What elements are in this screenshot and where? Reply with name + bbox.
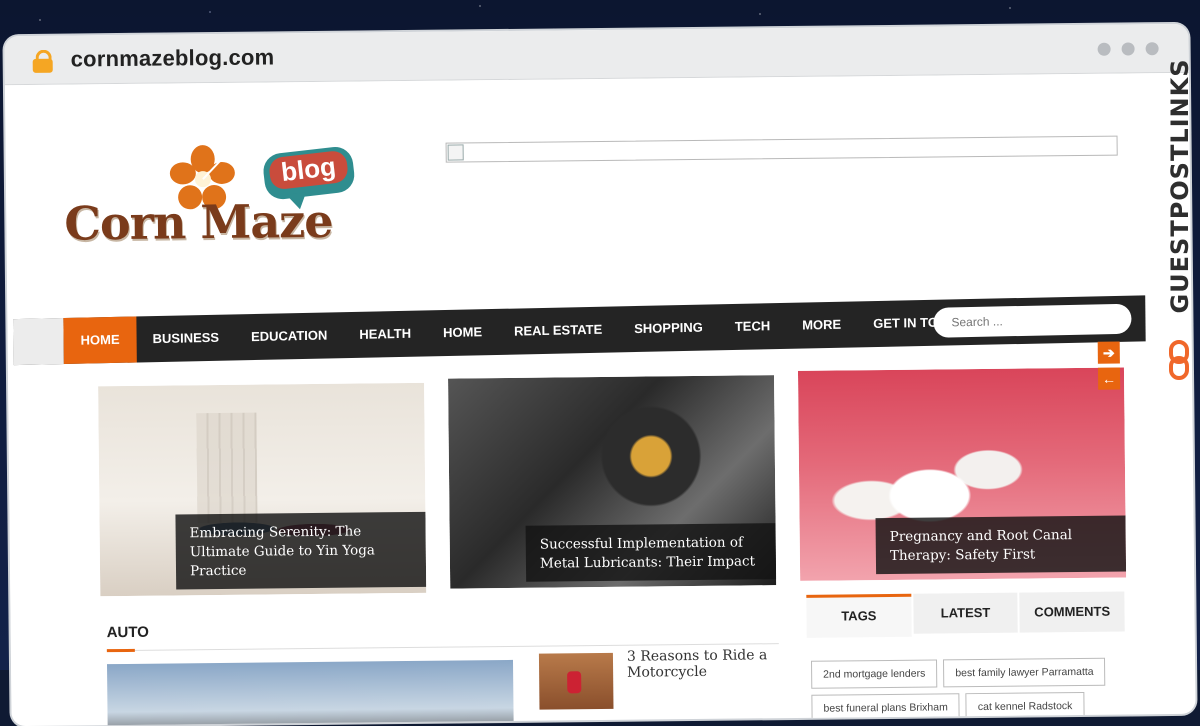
window-dot-icon[interactable] bbox=[1121, 42, 1135, 56]
browser-window: cornmazeblog.com blog Corn Maze HOME BUS… bbox=[4, 23, 1196, 726]
blog-bubble: blog bbox=[261, 145, 357, 202]
sidebar-tabs: TAGS LATEST COMMENTS bbox=[806, 591, 1125, 638]
tag-link[interactable]: best family lawyer Parramatta bbox=[943, 657, 1106, 688]
slider-controls: ➔ ← bbox=[1097, 341, 1121, 394]
webpage: blog Corn Maze HOME BUSINESS EDUCATION H… bbox=[4, 72, 1196, 726]
arrow-left-icon[interactable]: ← bbox=[1097, 367, 1121, 390]
broken-image-icon bbox=[447, 144, 464, 161]
tag-link[interactable]: cat kennel Radstock bbox=[965, 691, 1085, 722]
nav-item-real-estate[interactable]: REAL ESTATE bbox=[498, 306, 619, 355]
post-thumbnail[interactable] bbox=[538, 652, 614, 710]
tab-tags[interactable]: TAGS bbox=[806, 593, 912, 638]
logo-wordmark: Corn Maze bbox=[64, 193, 333, 251]
slide-caption[interactable]: Successful Implementation of Metal Lubri… bbox=[525, 523, 777, 582]
address-bar-url[interactable]: cornmazeblog.com bbox=[71, 44, 275, 72]
nav-item-home[interactable]: HOME bbox=[63, 316, 137, 365]
blog-bubble-text: blog bbox=[267, 149, 350, 191]
tag-link[interactable]: best funeral plans Brixham bbox=[811, 693, 960, 723]
nav-item-tech[interactable]: TECH bbox=[719, 303, 787, 350]
nav-item-shopping[interactable]: SHOPPING bbox=[618, 304, 719, 352]
post-title[interactable]: 3 Reasons to Ride a Motorcycle bbox=[627, 647, 787, 680]
nav-item-business[interactable]: BUSINESS bbox=[136, 314, 235, 362]
site-logo[interactable]: blog Corn Maze bbox=[64, 141, 375, 254]
slide-caption[interactable]: Pregnancy and Root Canal Therapy: Safety… bbox=[875, 515, 1127, 575]
slide-root-canal[interactable]: Pregnancy and Root Canal Therapy: Safety… bbox=[797, 367, 1127, 581]
slide-yoga[interactable]: Embracing Serenity: The Ultimate Guide t… bbox=[98, 382, 427, 597]
arrow-right-icon[interactable]: ➔ bbox=[1097, 341, 1120, 364]
watermark: GUESTPOSTLINKS bbox=[1162, 40, 1200, 380]
nav-spacer bbox=[13, 318, 64, 366]
chain-link-icon bbox=[1169, 340, 1189, 380]
slide-caption[interactable]: Embracing Serenity: The Ultimate Guide t… bbox=[175, 511, 427, 590]
tag-link[interactable]: 2nd mortgage lenders bbox=[811, 659, 938, 689]
watermark-text: GUESTPOSTLINKS bbox=[1166, 58, 1194, 314]
slide-lubricants[interactable]: Successful Implementation of Metal Lubri… bbox=[448, 375, 777, 589]
nav-item-more[interactable]: MORE bbox=[786, 301, 857, 348]
window-controls bbox=[1097, 42, 1159, 56]
window-dot-icon[interactable] bbox=[1145, 42, 1159, 56]
nav-item-home-2[interactable]: HOME bbox=[427, 309, 498, 356]
tab-latest[interactable]: LATEST bbox=[912, 592, 1019, 634]
main-nav: HOME BUSINESS EDUCATION HEALTH HOME REAL… bbox=[13, 295, 1146, 366]
window-dot-icon[interactable] bbox=[1097, 42, 1111, 56]
ad-banner[interactable] bbox=[445, 135, 1118, 163]
tab-comments[interactable]: COMMENTS bbox=[1019, 591, 1125, 633]
nav-item-education[interactable]: EDUCATION bbox=[235, 312, 344, 360]
search-input[interactable] bbox=[933, 303, 1132, 338]
section-title: AUTO bbox=[106, 623, 149, 642]
tag-cloud: 2nd mortgage lenders best family lawyer … bbox=[811, 657, 1142, 723]
nav-item-health[interactable]: HEALTH bbox=[343, 310, 427, 358]
lock-icon bbox=[32, 49, 53, 73]
